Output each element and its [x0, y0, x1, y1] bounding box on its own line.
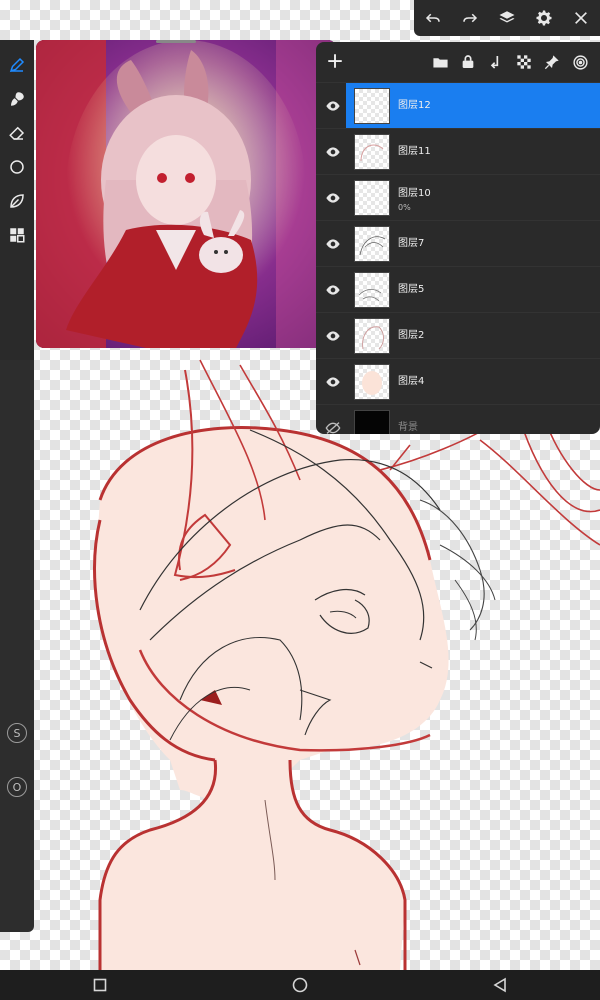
layer-row[interactable]: 图层7 [316, 220, 600, 266]
layer-name: 图层11 [398, 146, 431, 157]
layer-opacity: 0% [398, 202, 411, 212]
grid-icon[interactable] [3, 221, 31, 249]
pen-icon[interactable] [3, 51, 31, 79]
circle-icon[interactable] [285, 974, 315, 996]
folder-icon[interactable] [426, 48, 454, 76]
layer-name: 背景 [398, 422, 418, 433]
layer-name: 图层2 [398, 330, 425, 341]
layer-row[interactable]: 图层12 [316, 82, 600, 128]
layer-row[interactable]: 图层10 0% [316, 174, 600, 220]
gear-icon[interactable] [530, 4, 558, 32]
add-icon[interactable] [326, 50, 350, 74]
layer-thumbnail [354, 87, 390, 124]
s-modifier-button[interactable]: S [7, 723, 27, 743]
left-side-rail: S O [0, 360, 34, 932]
merge-down-icon[interactable] [482, 48, 510, 76]
layer-thumbnail [354, 179, 390, 216]
layers-icon[interactable] [493, 4, 521, 32]
checker-icon[interactable] [510, 48, 538, 76]
layer-thumbnail [354, 133, 390, 170]
layer-thumbnail [354, 271, 390, 308]
target-icon[interactable] [566, 48, 594, 76]
eye-icon[interactable] [320, 284, 346, 296]
eye-icon[interactable] [320, 330, 346, 342]
undo-icon[interactable] [419, 4, 447, 32]
o-modifier-button[interactable]: O [7, 777, 27, 797]
eye-icon[interactable] [320, 376, 346, 388]
layer-row[interactable]: 图层2 [316, 312, 600, 358]
layer-row[interactable]: 图层4 [316, 358, 600, 404]
eye-icon[interactable] [320, 192, 346, 204]
layer-thumbnail [354, 363, 390, 400]
close-icon[interactable] [567, 4, 595, 32]
eraser-icon[interactable] [3, 119, 31, 147]
eye-icon[interactable] [320, 238, 346, 250]
system-navbar [0, 970, 600, 1000]
pin-icon[interactable] [538, 48, 566, 76]
circle-icon[interactable] [3, 153, 31, 181]
lock-icon[interactable] [454, 48, 482, 76]
layer-thumbnail [354, 225, 390, 262]
back-triangle-icon[interactable] [485, 974, 515, 996]
layer-thumbnail [354, 317, 390, 354]
left-tool-strip [0, 40, 34, 360]
layers-header [316, 42, 600, 82]
layer-name: 图层4 [398, 376, 425, 387]
layer-name: 图层7 [398, 238, 425, 249]
eye-hidden-icon[interactable] [320, 421, 346, 435]
layer-row[interactable]: 图层11 [316, 128, 600, 174]
leaf-icon[interactable] [3, 187, 31, 215]
eye-icon[interactable] [320, 146, 346, 158]
reference-artwork [36, 40, 336, 348]
layer-name: 图层10 [398, 187, 431, 199]
layer-row[interactable]: 图层5 [316, 266, 600, 312]
eye-icon[interactable] [320, 100, 346, 112]
layer-thumbnail [354, 409, 390, 434]
brush-icon[interactable] [3, 85, 31, 113]
layer-name: 图层5 [398, 284, 425, 295]
square-icon[interactable] [85, 974, 115, 996]
reference-image-panel[interactable] [36, 40, 336, 348]
layer-row[interactable]: 背景 [316, 404, 600, 434]
redo-icon[interactable] [456, 4, 484, 32]
top-toolbar [414, 0, 600, 36]
layer-name: 图层12 [398, 100, 431, 111]
layer-list: 图层12 图层11 图层10 0% 图层7 图层5 图层2 图层4 背景 [316, 82, 600, 434]
layers-panel: 图层12 图层11 图层10 0% 图层7 图层5 图层2 图层4 背景 [316, 42, 600, 434]
